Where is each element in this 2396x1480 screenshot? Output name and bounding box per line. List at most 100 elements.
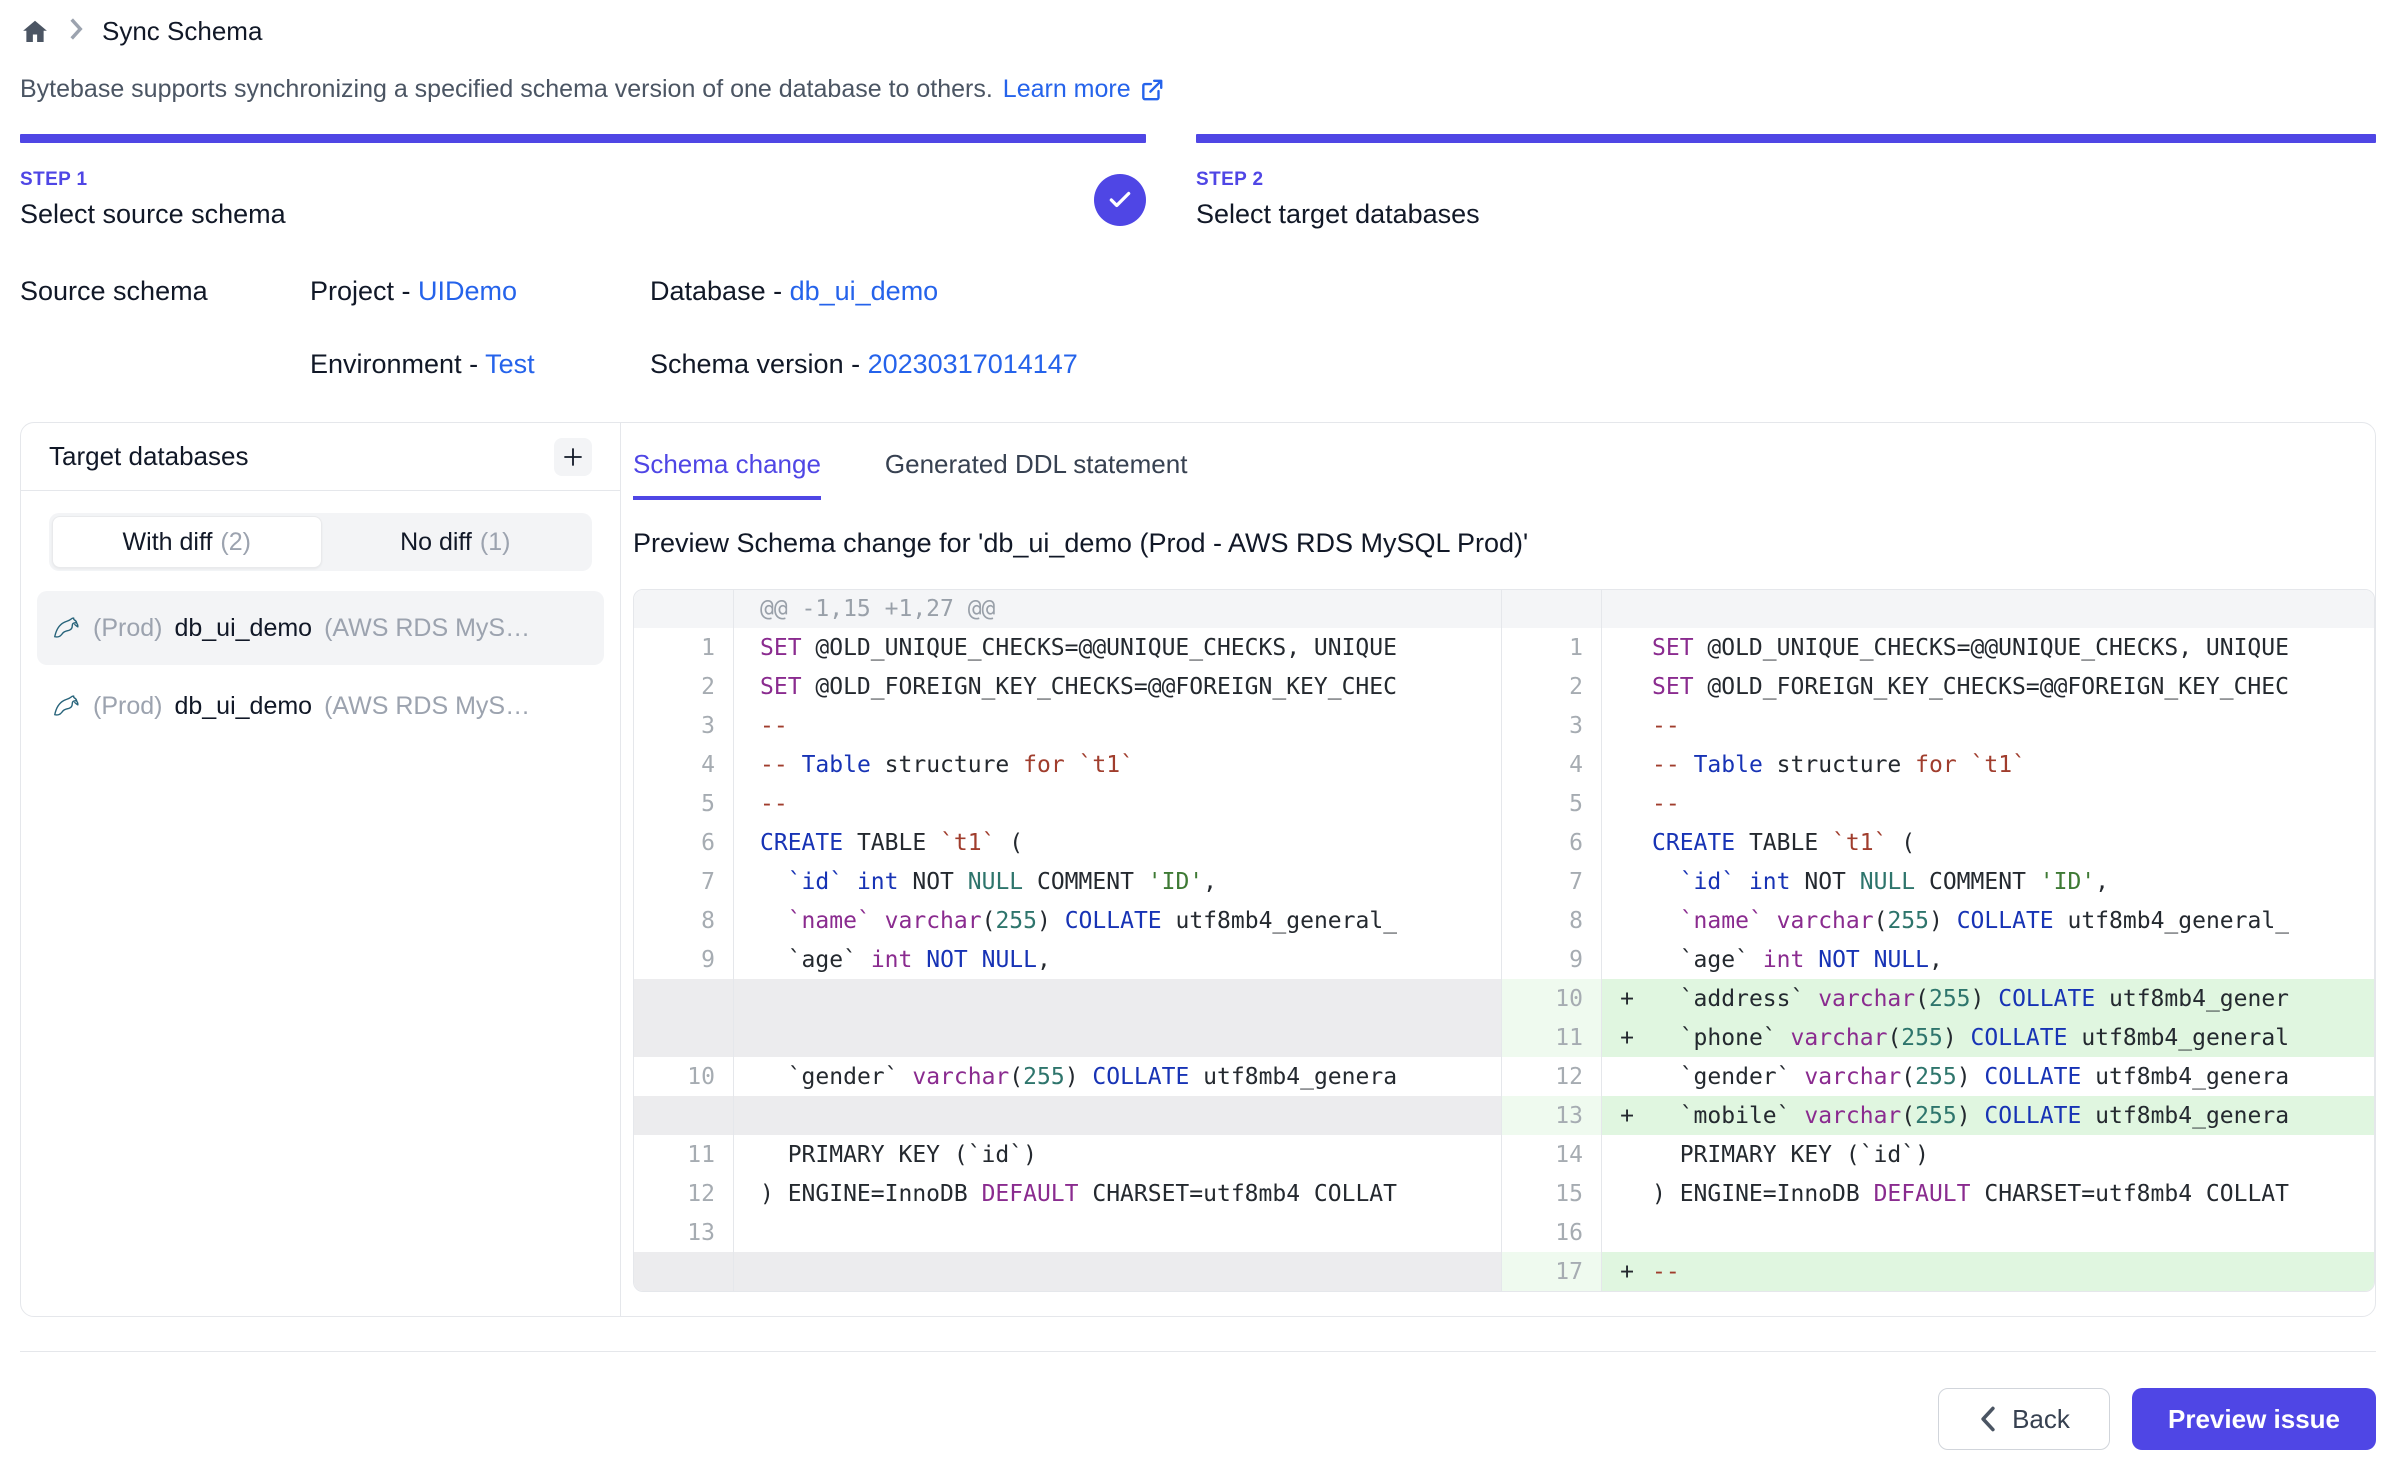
diff-row: 16 xyxy=(1502,1213,2374,1252)
diff-row: 6CREATE TABLE `t1` ( xyxy=(634,823,1501,862)
code-line: CREATE TABLE `t1` ( xyxy=(1652,823,1915,862)
diff-row: 15) ENGINE=InnoDB DEFAULT CHARSET=utf8mb… xyxy=(1502,1174,2374,1213)
step-2-progress-bar xyxy=(1196,134,2376,143)
diff-row: 3-- xyxy=(1502,706,2374,745)
environment-link[interactable]: Test xyxy=(485,349,535,379)
breadcrumb: Sync Schema xyxy=(20,16,2376,47)
db-environment: (Prod) xyxy=(93,692,162,721)
tab-schema-change[interactable]: Schema change xyxy=(633,449,821,500)
line-sign xyxy=(734,979,760,1057)
description-text: Bytebase supports synchronizing a specif… xyxy=(20,75,993,104)
code-line: -- xyxy=(760,784,788,823)
preview-issue-button[interactable]: Preview issue xyxy=(2132,1388,2376,1450)
step-1-label: STEP 1 xyxy=(20,169,286,191)
diff-filler-row xyxy=(634,979,1501,1057)
line-sign xyxy=(734,1096,760,1135)
diff-row: 7 `id` int NOT NULL COMMENT 'ID', xyxy=(1502,862,2374,901)
learn-more-link[interactable]: Learn more xyxy=(1003,75,1165,104)
project-link[interactable]: UIDemo xyxy=(418,276,517,306)
line-sign xyxy=(1602,1213,1652,1252)
line-number: 12 xyxy=(1502,1057,1602,1096)
tab-with-diff[interactable]: With diff (2) xyxy=(52,516,322,568)
diff-row: @@ -1,15 +1,27 @@ xyxy=(634,590,1501,628)
diff-row: 1SET @OLD_UNIQUE_CHECKS=@@UNIQUE_CHECKS,… xyxy=(1502,628,2374,667)
code-line: ) ENGINE=InnoDB DEFAULT CHARSET=utf8mb4 … xyxy=(760,1174,1397,1213)
add-target-database-button[interactable] xyxy=(554,438,592,476)
diff-row: 8 `name` varchar(255) COLLATE utf8mb4_ge… xyxy=(634,901,1501,940)
added-line-sign: + xyxy=(1602,979,1652,1018)
source-schema-label: Source schema xyxy=(20,276,310,380)
line-number: 9 xyxy=(634,940,734,979)
line-sign xyxy=(1602,706,1652,745)
source-schema-summary: Source schema Project - UIDemo Database … xyxy=(20,276,2376,380)
back-button-label: Back xyxy=(2012,1404,2070,1435)
line-sign xyxy=(734,1252,760,1291)
diff-row: 5-- xyxy=(1502,784,2374,823)
code-line: `address` varchar(255) COLLATE utf8mb4_g… xyxy=(1652,979,2289,1018)
line-number xyxy=(1502,590,1602,628)
database-label: Database - xyxy=(650,276,790,306)
line-number: 12 xyxy=(634,1174,734,1213)
target-database-item[interactable]: (Prod)db_ui_demo(AWS RDS MyS… xyxy=(37,591,604,665)
line-sign xyxy=(734,1174,760,1213)
line-number: 4 xyxy=(634,745,734,784)
with-diff-label: With diff xyxy=(123,528,213,557)
line-number: 11 xyxy=(1502,1018,1602,1057)
line-sign xyxy=(734,901,760,940)
breadcrumb-chevron-icon xyxy=(68,17,84,46)
back-button[interactable]: Back xyxy=(1938,1388,2110,1450)
added-line-sign: + xyxy=(1602,1018,1652,1057)
line-number: 8 xyxy=(1502,901,1602,940)
diff-pane-source[interactable]: @@ -1,15 +1,27 @@1SET @OLD_UNIQUE_CHECKS… xyxy=(634,590,1502,1291)
line-number: 10 xyxy=(634,1057,734,1096)
line-number: 11 xyxy=(634,1135,734,1174)
page-description: Bytebase supports synchronizing a specif… xyxy=(20,75,2376,104)
line-number: 2 xyxy=(1502,667,1602,706)
diff-row: 6CREATE TABLE `t1` ( xyxy=(1502,823,2374,862)
diff-pane-target[interactable]: 1SET @OLD_UNIQUE_CHECKS=@@UNIQUE_CHECKS,… xyxy=(1502,590,2374,1291)
line-sign xyxy=(1602,1057,1652,1096)
code-line: `id` int NOT NULL COMMENT 'ID', xyxy=(760,862,1217,901)
line-number: 2 xyxy=(634,667,734,706)
line-number: 14 xyxy=(1502,1135,1602,1174)
sync-panel: Target databases With diff (2) No diff (… xyxy=(20,422,2376,1317)
environment-field: Environment - Test xyxy=(310,349,650,380)
diff-row: 4-- Table structure for `t1` xyxy=(1502,745,2374,784)
line-number xyxy=(634,590,734,628)
code-line: `name` varchar(255) COLLATE utf8mb4_gene… xyxy=(760,901,1397,940)
line-sign xyxy=(1602,784,1652,823)
line-sign xyxy=(734,862,760,901)
diff-row: 9 `age` int NOT NULL, xyxy=(1502,940,2374,979)
footer-divider xyxy=(20,1351,2376,1352)
step-1-title: Select source schema xyxy=(20,199,286,230)
diff-row: 1SET @OLD_UNIQUE_CHECKS=@@UNIQUE_CHECKS,… xyxy=(634,628,1501,667)
schema-version-link[interactable]: 20230317014147 xyxy=(868,349,1078,379)
diff-filler-row xyxy=(634,1096,1501,1135)
line-number: 4 xyxy=(1502,745,1602,784)
tab-generated-ddl[interactable]: Generated DDL statement xyxy=(885,449,1188,500)
target-databases-title: Target databases xyxy=(49,441,248,472)
line-number: 15 xyxy=(1502,1174,1602,1213)
database-link[interactable]: db_ui_demo xyxy=(790,276,939,306)
line-sign xyxy=(734,590,760,628)
line-sign xyxy=(734,628,760,667)
code-line: PRIMARY KEY (`id`) xyxy=(760,1135,1037,1174)
code-line: `gender` varchar(255) COLLATE utf8mb4_ge… xyxy=(1652,1057,2289,1096)
diff-added-row: 10+ `address` varchar(255) COLLATE utf8m… xyxy=(1502,979,2374,1018)
diff-row: 3-- xyxy=(634,706,1501,745)
environment-label: Environment - xyxy=(310,349,485,379)
schema-version-field: Schema version - 20230317014147 xyxy=(650,349,1078,380)
diff-row: 4-- Table structure for `t1` xyxy=(634,745,1501,784)
diff-row: 9 `age` int NOT NULL, xyxy=(634,940,1501,979)
project-field: Project - UIDemo xyxy=(310,276,650,307)
line-sign xyxy=(734,745,760,784)
tab-no-diff[interactable]: No diff (1) xyxy=(322,516,590,568)
code-line: `age` int NOT NULL, xyxy=(760,940,1051,979)
home-icon[interactable] xyxy=(20,17,50,47)
line-number: 7 xyxy=(634,862,734,901)
code-line: -- xyxy=(1652,784,1680,823)
line-sign xyxy=(734,1057,760,1096)
diff-row: 11 PRIMARY KEY (`id`) xyxy=(634,1135,1501,1174)
target-database-item[interactable]: (Prod)db_ui_demo(AWS RDS MyS… xyxy=(37,669,604,743)
code-line: `phone` varchar(255) COLLATE utf8mb4_gen… xyxy=(1652,1018,2289,1057)
